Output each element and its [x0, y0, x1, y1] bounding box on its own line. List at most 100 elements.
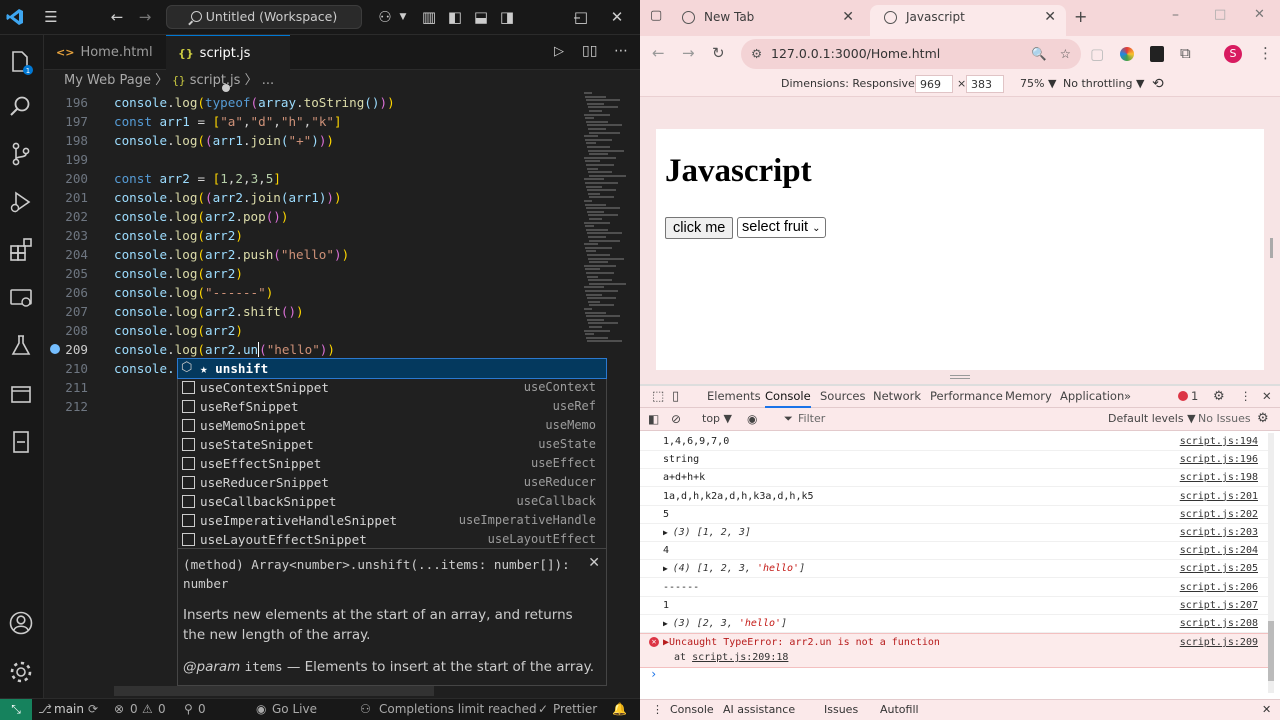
code-line[interactable]: 201 console.log((arr2.join(arr1))) [44, 188, 574, 207]
devtools-tab-console[interactable]: Console [765, 386, 811, 408]
drawer-tab-ai-assistance[interactable]: AI assistance [723, 700, 795, 720]
sidebar-toggle-icon[interactable]: ◧ [648, 408, 659, 430]
source-link[interactable]: script.js:205 [1180, 560, 1258, 578]
context-select[interactable]: top ▼ [702, 408, 732, 430]
width-input[interactable]: 969 [915, 75, 953, 93]
ports-count[interactable]: 0 [198, 699, 206, 720]
extension-icon[interactable]: ▢ [1090, 45, 1104, 63]
settings-gear-icon[interactable] [8, 659, 36, 687]
source-link[interactable]: script.js:196 [1180, 451, 1258, 469]
code-line[interactable]: 199 [44, 150, 574, 169]
close-tab-icon[interactable]: ✕ [1044, 5, 1056, 30]
source-link[interactable]: script.js:209 [1180, 634, 1258, 652]
clear-console-icon[interactable]: ⊘ [671, 408, 681, 430]
console-output[interactable]: 1,4,6,9,7,0 script.js:194 string script.js:… [640, 431, 1280, 699]
code-line[interactable]: 200 const arr2 = [1,2,3,5] [44, 169, 574, 188]
back-arrow-icon[interactable]: ← [108, 8, 126, 26]
devtools-tab-application[interactable]: Application [1060, 386, 1124, 407]
notifications-bell-icon[interactable]: 🔔 [612, 699, 627, 720]
close-window-icon[interactable]: ✕ [1254, 7, 1265, 22]
color-extension-icon[interactable] [1120, 47, 1134, 61]
dimensions-select[interactable]: Dimensions: Responsive ▼ [781, 72, 927, 96]
code-line-current[interactable]: 209 console.log(arr2.un("hello")) [44, 340, 574, 359]
drawer-menu-icon[interactable]: ⋮ [652, 700, 663, 720]
lightbulb-icon[interactable] [50, 344, 60, 354]
tab-script-js[interactable]: {} script.js [166, 35, 290, 92]
source-control-icon[interactable] [8, 141, 36, 169]
code-line[interactable]: 206 console.log("------") [44, 283, 574, 302]
bookmark-star-icon[interactable]: ☆ [1060, 39, 1071, 69]
search-activity-icon[interactable] [8, 93, 36, 121]
restore-icon[interactable]: □ [1214, 7, 1226, 22]
tab-search-icon[interactable]: ▢ [650, 8, 662, 23]
breadcrumb-folder[interactable]: My Web Page [64, 73, 151, 88]
scrollbar-thumb[interactable] [1268, 621, 1274, 681]
height-input[interactable]: 383 [966, 75, 1004, 93]
error-badge-count[interactable]: 1 [1191, 386, 1198, 407]
zoom-select[interactable]: 75% ▼ [1020, 72, 1056, 96]
menu-icon[interactable]: ☰ [42, 8, 60, 26]
error-badge-icon[interactable] [1178, 391, 1188, 401]
drawer-tab-autofill[interactable]: Autofill [880, 700, 919, 720]
issues-count[interactable]: No Issues [1198, 408, 1251, 430]
code-line[interactable]: 197 const arr1 = ["a","d","h","k"] [44, 112, 574, 131]
back-arrow-icon[interactable]: ← [652, 44, 665, 62]
notebook-icon[interactable] [8, 429, 36, 457]
tab-home-html[interactable]: <> Home.html [44, 35, 166, 70]
inspect-element-icon[interactable]: ⬚ [652, 386, 664, 407]
devtools-tab-elements[interactable]: Elements [707, 386, 761, 407]
more-tabs-icon[interactable]: » [1124, 386, 1131, 407]
throttling-select[interactable]: No throttling ▼ [1063, 72, 1144, 96]
git-branch[interactable]: main [54, 699, 84, 720]
console-settings-icon[interactable]: ⚙ [1257, 408, 1269, 430]
resize-handle-right[interactable] [1270, 238, 1273, 258]
console-prompt[interactable]: › [650, 667, 657, 681]
minimize-icon[interactable]: – [1172, 7, 1179, 23]
toggle-secondary-sidebar-icon[interactable]: ◨ [498, 8, 516, 26]
toggle-panel-icon[interactable]: ⬓ [472, 8, 490, 26]
command-center-search[interactable]: Untitled (Workspace) [166, 5, 362, 29]
breadcrumb-file[interactable]: script.js [190, 73, 241, 88]
fruit-select[interactable]: select fruit ⌄ [737, 217, 826, 238]
forward-arrow-icon[interactable]: → [682, 44, 695, 62]
devtools-tab-performance[interactable]: Performance [930, 386, 1003, 407]
code-line[interactable]: 208 console.log(arr2) [44, 321, 574, 340]
resize-handle-bottom[interactable] [950, 375, 970, 379]
horizontal-scrollbar[interactable] [114, 686, 434, 696]
code-line[interactable]: 202 console.log(arr2.pop()) [44, 207, 574, 226]
devtools-settings-icon[interactable]: ⚙ [1213, 386, 1225, 407]
completions-status[interactable]: Completions limit reached [379, 699, 537, 720]
suggest-widget[interactable]: ⬡ ★ unshift useContextSnippet useContext use… [177, 358, 607, 549]
rotate-icon[interactable]: ⟲ [1152, 72, 1164, 96]
new-tab-plus-icon[interactable]: + [1074, 7, 1087, 26]
source-link[interactable]: script.js:208 [1180, 615, 1258, 633]
breadcrumb-more[interactable]: ... [262, 73, 274, 88]
expand-arrow-icon[interactable]: ▶ [663, 619, 673, 628]
suggestion-item[interactable]: useEffectSnippet useEffect [178, 454, 606, 473]
source-link[interactable]: script.js:198 [1180, 469, 1258, 487]
suggestion-item[interactable]: useStateSnippet useState [178, 435, 606, 454]
panels-icon[interactable] [8, 381, 36, 409]
go-live-button[interactable]: Go Live [272, 699, 317, 720]
sync-icon[interactable]: ⟳ [88, 699, 98, 720]
source-link[interactable]: script.js:204 [1180, 542, 1258, 560]
prettier-status[interactable]: Prettier [553, 699, 597, 720]
run-debug-icon[interactable] [8, 189, 36, 217]
profile-avatar[interactable]: S [1224, 45, 1242, 63]
filter-input[interactable]: Filter [798, 408, 825, 430]
customize-layout-icon[interactable]: ▥ [420, 8, 438, 26]
close-drawer-icon[interactable]: ✕ [1262, 700, 1271, 720]
code-line[interactable]: 204 console.log(arr2.push("hello")) [44, 245, 574, 264]
reload-icon[interactable]: ↻ [712, 44, 725, 62]
address-bar[interactable]: ⚙ 127.0.0.1:3000/Home.html 🔍 ☆ [741, 39, 1081, 69]
code-line[interactable]: 207 console.log(arr2.shift()) [44, 302, 574, 321]
source-link[interactable]: script.js:194 [1180, 433, 1258, 451]
extensions-icon[interactable] [8, 237, 36, 265]
expand-arrow-icon[interactable]: ▶ [663, 564, 673, 573]
code-line[interactable]: 205 console.log(arr2) [44, 264, 574, 283]
warning-count[interactable]: 0 [158, 699, 166, 720]
click-me-button[interactable]: click me [665, 217, 734, 239]
drawer-tab-console[interactable]: Console [670, 700, 714, 720]
source-link[interactable]: script.js:206 [1180, 579, 1258, 597]
close-tab-icon[interactable]: ✕ [842, 5, 854, 30]
